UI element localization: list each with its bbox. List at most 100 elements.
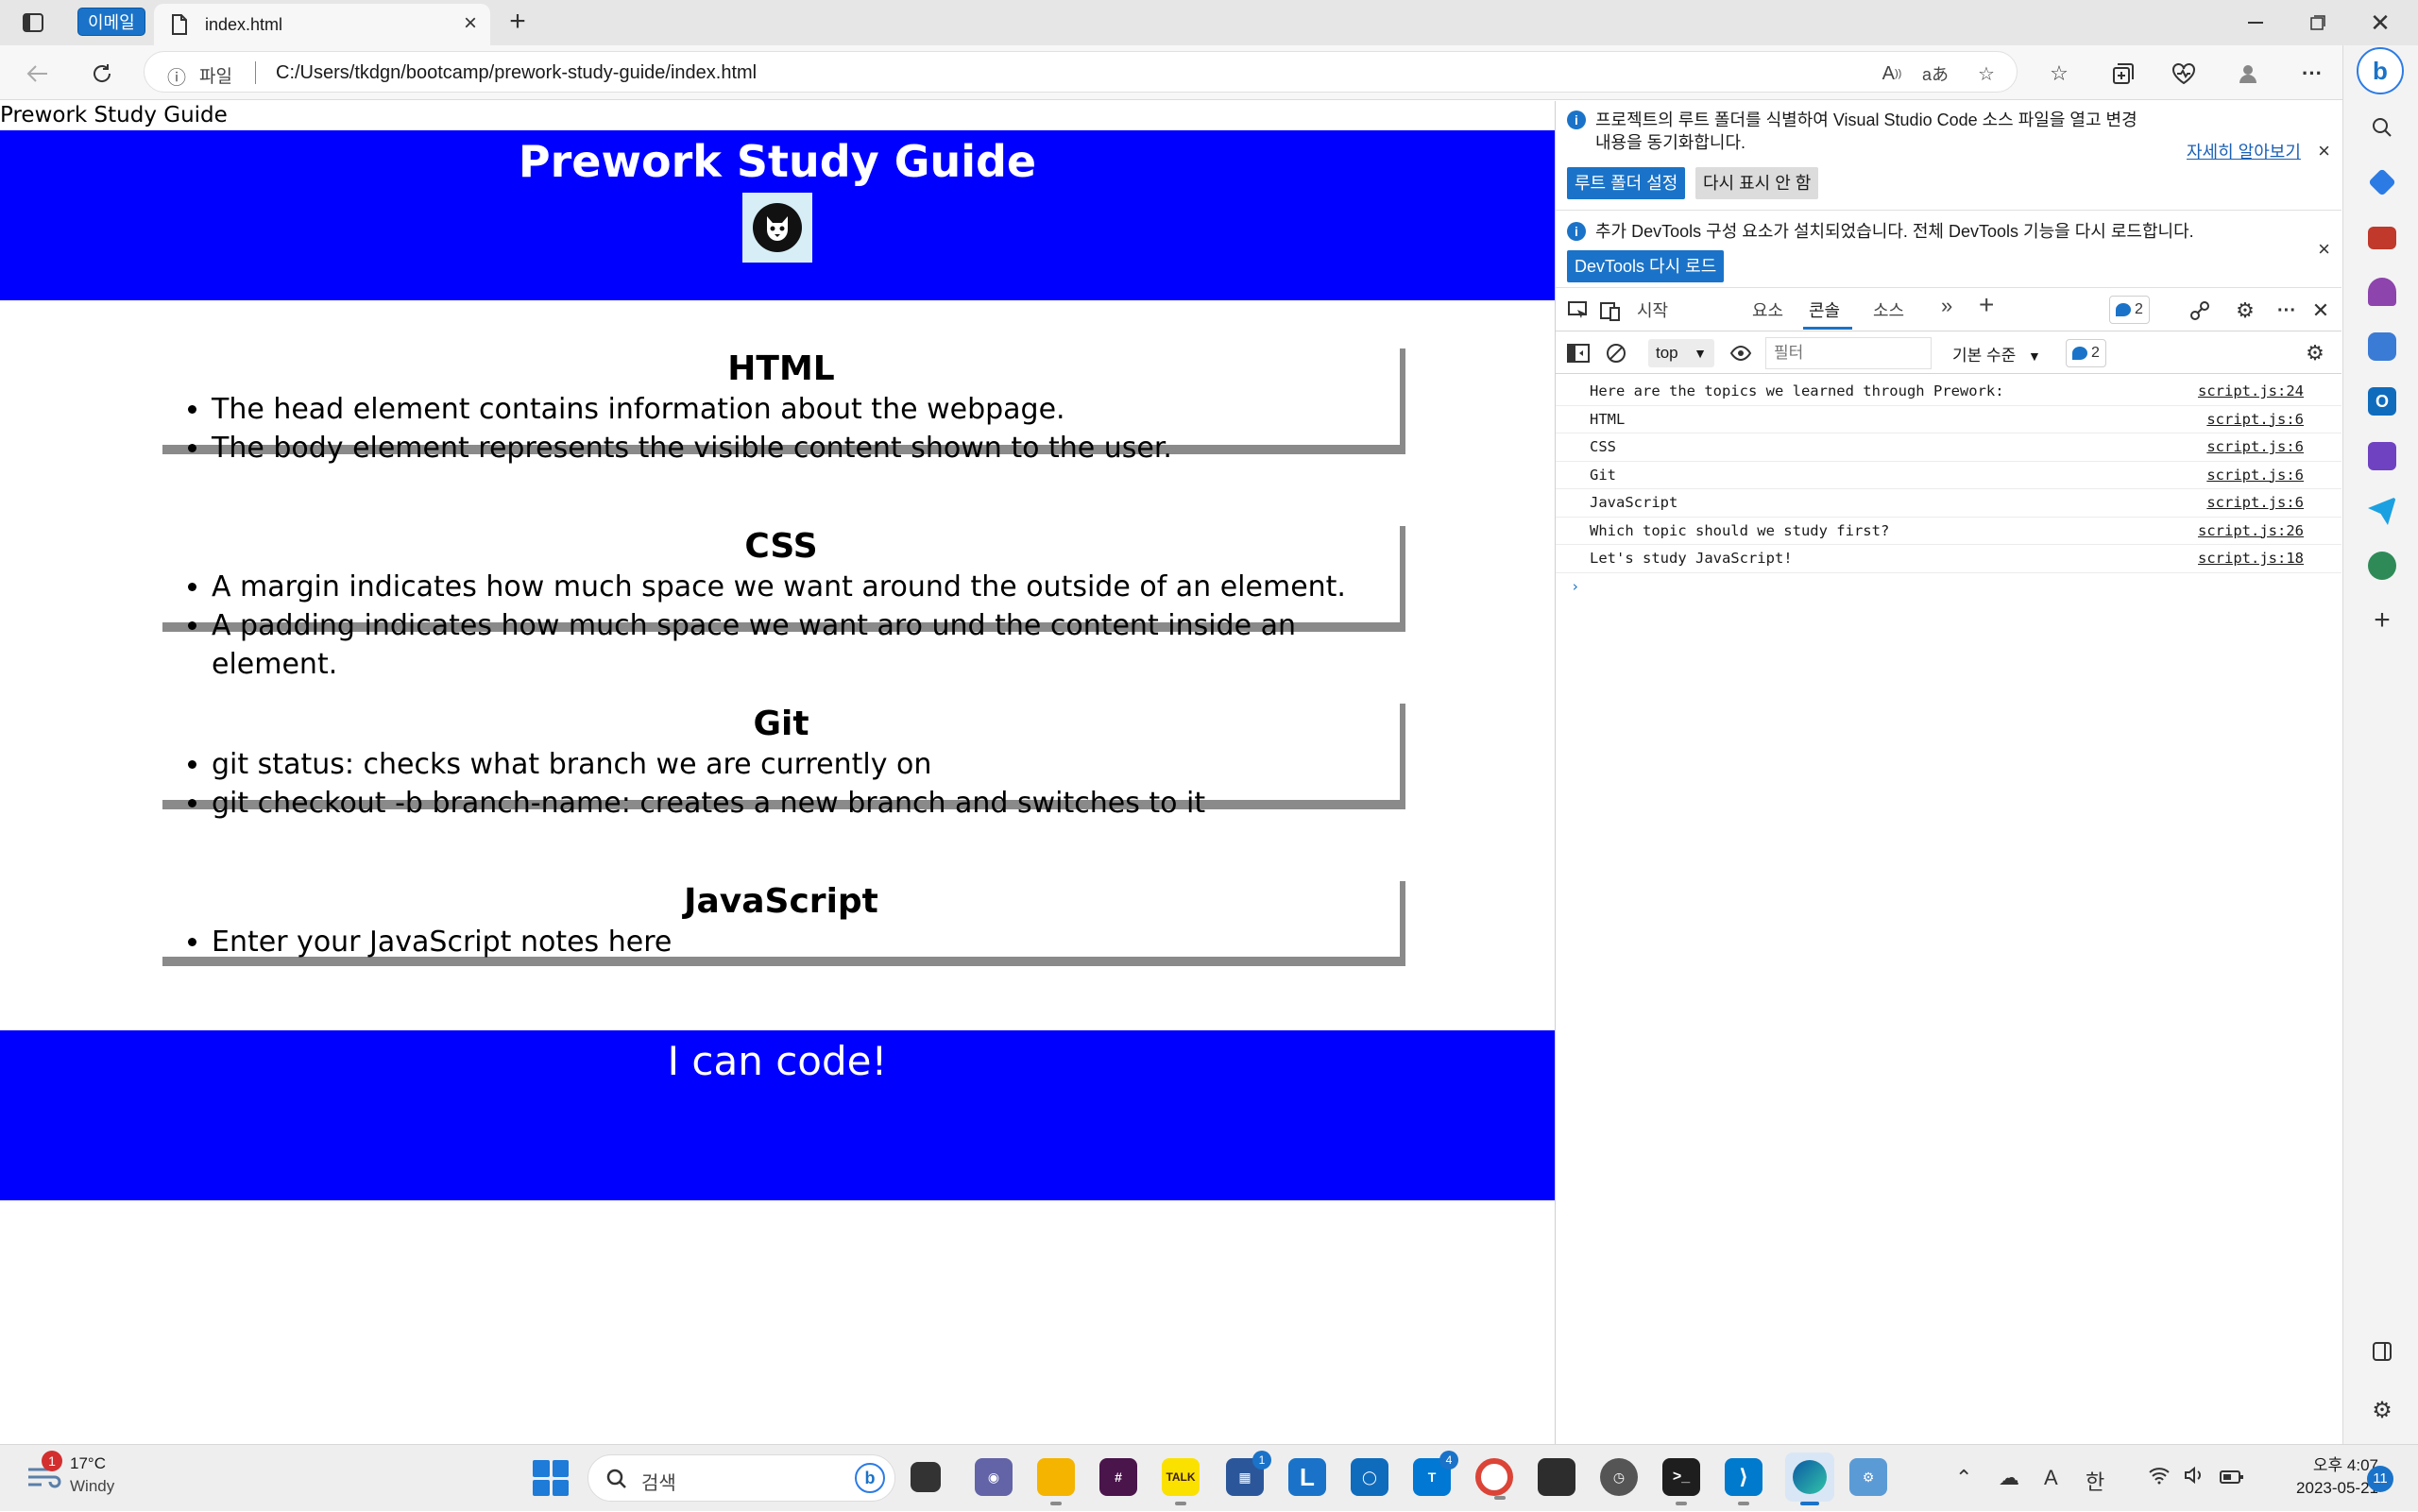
reload-devtools-button[interactable]: DevTools 다시 로드 bbox=[1567, 250, 1725, 282]
tab-sources[interactable]: 소스 bbox=[1873, 297, 1904, 322]
slack-icon[interactable]: # bbox=[1099, 1458, 1137, 1496]
tab-welcome[interactable]: 시작 bbox=[1637, 297, 1668, 322]
refresh-icon[interactable] bbox=[87, 59, 117, 89]
microsoft-store-icon[interactable]: ▦ 1 bbox=[1226, 1451, 1271, 1496]
ime-mode-indicator[interactable]: A bbox=[2044, 1466, 2058, 1490]
browser-essentials-icon[interactable] bbox=[2169, 59, 2199, 89]
cortana-icon[interactable]: ◯ bbox=[1351, 1458, 1388, 1496]
log-source-link[interactable]: script.js:18 bbox=[2198, 550, 2304, 567]
games-icon[interactable] bbox=[2368, 278, 2396, 306]
learn-more-link[interactable]: 자세히 알아보기 bbox=[2187, 141, 2301, 163]
search-icon[interactable] bbox=[2368, 113, 2396, 142]
log-level-select[interactable]: 기본 수준 ▼ bbox=[1952, 342, 2041, 365]
translate-icon[interactable]: aあ bbox=[1922, 60, 1949, 87]
log-source-link[interactable]: script.js:6 bbox=[2206, 438, 2304, 455]
back-icon[interactable] bbox=[23, 59, 53, 89]
more-tabs-icon[interactable]: » bbox=[1941, 294, 1952, 318]
file-explorer-icon[interactable] bbox=[1037, 1458, 1075, 1505]
taskbar-clock[interactable]: 오후 4:07 2023-05-21 bbox=[2265, 1454, 2378, 1500]
profile-icon[interactable] bbox=[2233, 59, 2263, 89]
log-source-link[interactable]: script.js:6 bbox=[2206, 467, 2304, 484]
tab-console[interactable]: 콘솔 bbox=[1809, 297, 1840, 322]
taskbar-search-box[interactable]: 검색 b bbox=[587, 1454, 895, 1502]
close-icon[interactable]: × bbox=[2318, 139, 2330, 163]
task-view-icon[interactable] bbox=[911, 1462, 941, 1492]
vscode-icon[interactable]: ⟩ bbox=[1725, 1458, 1762, 1505]
close-icon[interactable]: × bbox=[2318, 237, 2330, 262]
close-window-button[interactable]: ✕ bbox=[2352, 6, 2409, 40]
battery-icon[interactable] bbox=[2220, 1466, 2244, 1490]
teams-icon[interactable]: T4 bbox=[1413, 1451, 1458, 1496]
sticky-notes-icon[interactable] bbox=[1538, 1458, 1575, 1496]
close-tab-icon[interactable]: × bbox=[458, 11, 483, 36]
log-source-link[interactable]: script.js:6 bbox=[2206, 411, 2304, 428]
collections-icon[interactable] bbox=[2108, 59, 2138, 89]
sidebar-settings-gear-icon[interactable]: ⚙ bbox=[2368, 1396, 2396, 1424]
console-messages-badge[interactable]: 2 bbox=[2066, 339, 2106, 367]
live-expression-eye-icon[interactable] bbox=[1728, 340, 1754, 366]
minimize-button[interactable] bbox=[2227, 6, 2284, 40]
clear-console-icon[interactable] bbox=[1603, 340, 1629, 366]
add-tab-icon[interactable]: + bbox=[1979, 290, 1994, 320]
teams-chat-icon[interactable]: ◉ bbox=[975, 1458, 1013, 1496]
site-info-icon[interactable]: ⓘ bbox=[167, 62, 186, 90]
outlook-icon[interactable]: O bbox=[2368, 387, 2396, 416]
sidebar-panel-icon[interactable] bbox=[2368, 1337, 2396, 1366]
log-source-link[interactable]: script.js:24 bbox=[2198, 382, 2304, 399]
console-filter-input[interactable] bbox=[1765, 337, 1932, 369]
l-app-icon[interactable]: L bbox=[1288, 1458, 1326, 1496]
tab-index-html[interactable]: index.html × bbox=[154, 4, 490, 45]
console-prompt[interactable]: › bbox=[1556, 573, 2341, 605]
designer-icon[interactable] bbox=[2368, 442, 2396, 470]
weather-widget[interactable]: 1 17°C Windy bbox=[25, 1451, 114, 1497]
bing-chat-icon[interactable]: b bbox=[2357, 47, 2404, 94]
sidebar-toggle-icon[interactable] bbox=[1565, 340, 1592, 366]
chevron-up-icon[interactable]: ⌃ bbox=[1955, 1466, 1972, 1490]
clock-app-icon[interactable]: ◷ bbox=[1600, 1458, 1638, 1496]
inspect-icon[interactable] bbox=[1565, 297, 1592, 324]
read-aloud-icon[interactable]: A)) bbox=[1879, 60, 1905, 87]
add-favorite-icon[interactable]: ☆ bbox=[1973, 60, 2000, 87]
tab-elements[interactable]: 요소 bbox=[1752, 297, 1783, 322]
set-root-folder-button[interactable]: 루트 폴더 설정 bbox=[1567, 167, 1686, 199]
notification-count-badge[interactable]: 11 bbox=[2367, 1466, 2393, 1492]
volume-icon[interactable] bbox=[2184, 1466, 2206, 1490]
address-bar[interactable]: ⓘ 파일 C:/Users/tkdgn/bootcamp/prework-stu… bbox=[144, 51, 2018, 93]
ime-language-indicator[interactable]: 한 bbox=[2086, 1466, 2104, 1496]
settings-app-icon[interactable]: ⚙ bbox=[1849, 1458, 1887, 1496]
log-source-link[interactable]: script.js:26 bbox=[2198, 522, 2304, 539]
tools-briefcase-icon[interactable] bbox=[2368, 227, 2396, 249]
device-emulation-icon[interactable] bbox=[1597, 297, 1624, 324]
tree-icon[interactable] bbox=[2368, 552, 2396, 580]
more-options-icon[interactable]: ··· bbox=[2297, 59, 2327, 89]
infobar-text-1: 프로젝트의 루트 폴더를 식별하여 Visual Studio Code 소스 … bbox=[1595, 110, 2137, 129]
log-source-link[interactable]: script.js:6 bbox=[2206, 494, 2304, 511]
onedrive-icon[interactable]: ☁ bbox=[1999, 1466, 2019, 1490]
workspace-button[interactable]: 이메일 bbox=[77, 8, 145, 36]
more-options-icon[interactable]: ··· bbox=[2273, 297, 2300, 324]
close-devtools-icon[interactable]: ✕ bbox=[2307, 297, 2334, 324]
tab-actions-icon[interactable] bbox=[19, 9, 47, 36]
terminal-icon[interactable]: >_ bbox=[1662, 1458, 1700, 1505]
settings-gear-icon[interactable]: ⚙ bbox=[2232, 297, 2258, 324]
microsoft-365-icon[interactable] bbox=[2368, 332, 2396, 361]
issues-badge[interactable]: 2 bbox=[2109, 296, 2150, 324]
new-tab-button[interactable]: + bbox=[501, 6, 535, 40]
start-button[interactable] bbox=[533, 1460, 569, 1496]
address-url[interactable]: C:/Users/tkdgn/bootcamp/prework-study-gu… bbox=[276, 62, 757, 84]
windows-logo-tile bbox=[552, 1460, 569, 1477]
add-sidebar-app-icon[interactable]: + bbox=[2368, 604, 2396, 636]
network-console-icon[interactable] bbox=[2187, 297, 2213, 324]
console-settings-gear-icon[interactable]: ⚙ bbox=[2302, 340, 2328, 366]
context-select[interactable]: top ▼ bbox=[1648, 339, 1714, 367]
dont-show-again-button[interactable]: 다시 표시 안 함 bbox=[1695, 167, 1819, 199]
favorites-icon[interactable]: ☆ bbox=[2044, 59, 2074, 89]
maximize-button[interactable] bbox=[2290, 6, 2346, 40]
chrome-icon[interactable] bbox=[1475, 1458, 1513, 1500]
edge-icon[interactable] bbox=[1785, 1453, 1834, 1505]
log-text: JavaScript bbox=[1590, 494, 1678, 511]
wifi-icon[interactable] bbox=[2148, 1466, 2171, 1490]
kakaotalk-icon[interactable]: TALK bbox=[1162, 1458, 1200, 1505]
drop-icon[interactable] bbox=[2368, 497, 2396, 525]
shopping-tag-icon[interactable] bbox=[2368, 168, 2396, 196]
